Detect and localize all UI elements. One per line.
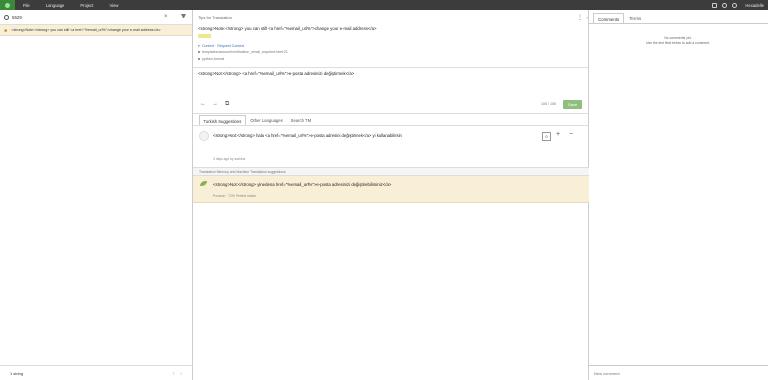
top-bar: File Language Project View Hexadelle bbox=[0, 0, 768, 10]
reject-icon[interactable]: − bbox=[569, 131, 573, 138]
search-input[interactable]: 5529 bbox=[12, 15, 22, 20]
divider bbox=[193, 113, 589, 114]
editor-panel: Tips for Translation ⋮ <strong>Note:</st… bbox=[193, 10, 589, 380]
tab-search-tm[interactable]: Search TM bbox=[287, 115, 314, 125]
format-icon bbox=[198, 57, 200, 60]
character-count: 106 / 106 bbox=[541, 102, 556, 106]
menu-language[interactable]: Language bbox=[46, 3, 65, 8]
divider bbox=[193, 125, 589, 126]
clear-search-icon[interactable]: × bbox=[164, 14, 168, 20]
divider bbox=[193, 67, 589, 68]
tab-turkish-suggestions[interactable]: Turkish Suggestions bbox=[199, 115, 246, 125]
filter-icon[interactable] bbox=[181, 14, 186, 20]
redo-icon[interactable]: → bbox=[212, 101, 218, 107]
file-icon bbox=[198, 51, 200, 54]
context-key: templates/account/verification_email_req… bbox=[202, 50, 288, 55]
suggestion-meta: 3 days ago by sadrtuz bbox=[213, 157, 246, 161]
source-highlight-tag bbox=[198, 34, 211, 38]
keyboard-icon[interactable] bbox=[712, 2, 718, 8]
context-format: python-format bbox=[202, 56, 225, 61]
editor-toolbar: ← → ⧉ 106 / 106 Save bbox=[193, 99, 589, 111]
search-icon bbox=[4, 14, 9, 20]
string-context: ▾ Context · Request Context templates/acc… bbox=[198, 44, 288, 61]
save-button[interactable]: Save bbox=[563, 100, 582, 109]
translation-editor[interactable]: <strong>Not:</strong> <a href="%email_ur… bbox=[198, 71, 354, 76]
tm-header: Translation Memory and Machine Translati… bbox=[193, 167, 589, 176]
new-comment-placeholder: New comment bbox=[594, 370, 620, 376]
app-logo-icon[interactable] bbox=[0, 0, 15, 10]
tm-meta: Pontoon · 72% Perfect match bbox=[213, 194, 257, 198]
menu-project[interactable]: Project bbox=[80, 3, 93, 8]
string-list-item[interactable]: ✖ <strong>Note:</strong> you can still <… bbox=[0, 25, 192, 36]
suggestion-score: 0 bbox=[542, 132, 551, 141]
avatar bbox=[199, 131, 209, 141]
string-list-footer: 1 string ⇧ ⇩ bbox=[0, 365, 193, 380]
no-comments-message: No comments yet. Use the text field belo… bbox=[633, 36, 723, 46]
tab-other-languages[interactable]: Other Languages bbox=[247, 115, 286, 125]
string-list-item-text: <strong>Note:</strong> you can still <a … bbox=[11, 28, 161, 32]
approve-icon[interactable]: + bbox=[556, 131, 560, 138]
search-bar: 5529 × bbox=[0, 10, 192, 25]
list-nav-arrows-icon[interactable]: ⇧ ⇩ bbox=[172, 371, 183, 376]
help-icon[interactable] bbox=[732, 2, 738, 8]
user-name[interactable]: Hexadelle bbox=[745, 3, 764, 8]
menu-view[interactable]: View bbox=[109, 3, 118, 8]
translation-text: <strong>Not:</strong> <a href="%email_ur… bbox=[198, 71, 355, 76]
copy-icon[interactable]: ⧉ bbox=[225, 101, 229, 108]
new-comment-input[interactable]: New comment bbox=[589, 365, 768, 380]
no-comments-hint: Use the text field below to add a commen… bbox=[645, 41, 711, 45]
comments-panel: Comments Terms No comments yet. Use the … bbox=[589, 10, 768, 380]
settings-gear-icon[interactable] bbox=[722, 2, 728, 8]
context-label: Context bbox=[201, 44, 215, 48]
request-context-link[interactable]: Request Context bbox=[217, 44, 244, 48]
main-menu: File Language Project View bbox=[23, 3, 134, 8]
tm-suggestion[interactable]: <strong>Not:</strong> yinedena href="%em… bbox=[193, 176, 589, 203]
suggestion-text: <strong>Not:</strong> hala <a href="%ema… bbox=[213, 133, 402, 138]
menu-file[interactable]: File bbox=[23, 3, 30, 8]
tips-bar: Tips for Translation ⋮ bbox=[193, 10, 588, 25]
string-list-panel: 5529 × ✖ <strong>Note:</strong> you can … bbox=[0, 10, 193, 380]
suggestion-tabs: Turkish Suggestions Other Languages Sear… bbox=[199, 115, 316, 125]
tips-link[interactable]: Tips for Translation bbox=[198, 15, 232, 20]
context-caret-icon[interactable]: ▾ bbox=[198, 44, 200, 48]
divider bbox=[589, 23, 768, 24]
more-options-icon[interactable]: ⋮ bbox=[577, 14, 583, 21]
undo-icon[interactable]: ← bbox=[200, 101, 206, 107]
warning-icon: ✖ bbox=[4, 27, 8, 33]
top-right-controls: Hexadelle bbox=[712, 0, 764, 10]
source-string: <strong>Note:</strong> you can still <a … bbox=[198, 26, 377, 31]
tm-text: <strong>Not:</strong> yinedena href="%em… bbox=[213, 182, 392, 187]
string-count: 1 string bbox=[10, 370, 24, 376]
machinery-leaf-icon bbox=[200, 181, 207, 186]
